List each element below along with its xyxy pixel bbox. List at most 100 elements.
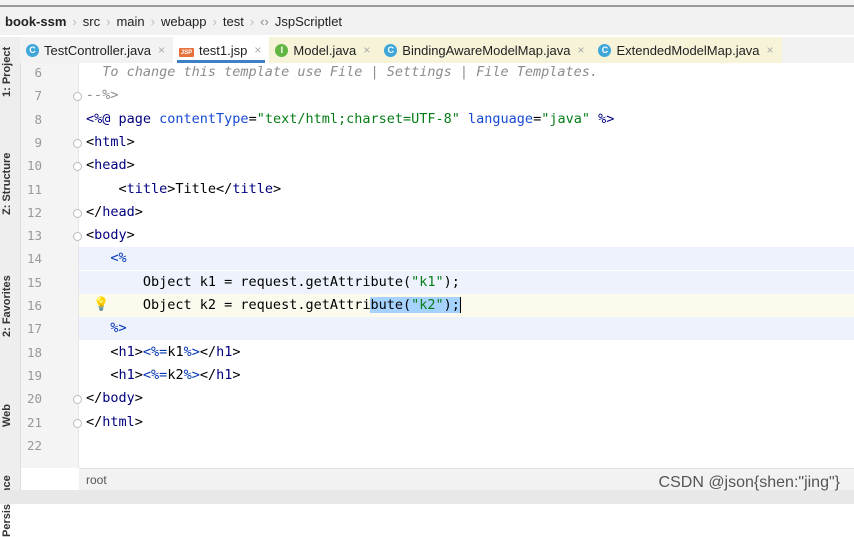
tab-4[interactable]: C ExtendedModelMap.java × (592, 37, 782, 63)
code-token: bute( (370, 297, 412, 313)
code-line: 18 <h1><%=k1%></h1> (0, 341, 854, 364)
breadcrumb-item[interactable]: book-ssm (5, 14, 66, 29)
code-text: <h1><%=k1%></h1> (86, 341, 241, 364)
line-number: 19 (26, 367, 42, 383)
code-token: h1 (216, 366, 233, 383)
code-token: </ (199, 366, 217, 383)
code-text: </head> (86, 201, 143, 224)
fold-marker-icon[interactable] (73, 208, 82, 218)
code-token: "text/html;charset=UTF-8" (256, 110, 460, 127)
fold-marker-icon[interactable] (73, 138, 82, 148)
breadcrumb-item[interactable]: JspScriptlet (275, 14, 342, 29)
code-token: < (86, 227, 95, 244)
close-icon[interactable]: × (767, 43, 774, 57)
code-text: </html> (86, 411, 143, 434)
code-token: </ (86, 390, 103, 407)
code-token: <%= (142, 366, 168, 383)
tab-2[interactable]: I Model.java × (269, 37, 379, 63)
code-token: title (232, 180, 273, 197)
code-token: <%= (142, 343, 168, 360)
code-line: 11 <title>Title</title> (0, 178, 854, 201)
code-token: contentType (159, 110, 249, 127)
code-text: <body> (86, 224, 135, 247)
tab-0[interactable]: C TestController.java × (20, 37, 173, 63)
tab-1[interactable]: JSP test1.jsp × (172, 37, 270, 63)
code-token: <%@ (86, 110, 119, 127)
code-text: To change this template use File | Setti… (86, 61, 598, 84)
line-number: 11 (26, 181, 42, 197)
text-cursor (459, 297, 461, 313)
code-token: > (134, 203, 143, 220)
chevron-right-icon: › (212, 13, 217, 29)
code-text: <%@ page contentType="text/html;charset=… (86, 108, 614, 131)
code-line: 12 </head> (0, 201, 854, 224)
code-token: >Title</ (167, 180, 233, 197)
watermark: CSDN @json{shen:"jing"} (658, 474, 840, 491)
code-token: "java" (541, 110, 590, 127)
breadcrumb-item[interactable]: src (83, 14, 100, 29)
code-token: h1 (118, 366, 135, 383)
breadcrumb-item[interactable]: main (116, 14, 144, 29)
code-token: > (232, 343, 241, 360)
editor-tabs: C TestController.java × JSP test1.jsp × I Model… (20, 37, 854, 63)
code-token: </ (86, 203, 103, 220)
code-line: 16 Object k2 = request.getAttribute("k2"… (0, 294, 854, 317)
code-token: k2 (167, 366, 184, 383)
code-token: html (102, 413, 135, 430)
code-token: < (86, 133, 95, 150)
code-token: = (248, 110, 257, 127)
line-number: 13 (26, 228, 42, 244)
class-icon: C (26, 43, 39, 57)
code-text: Object k1 = request.getAttribute("k1"); (86, 271, 460, 294)
code-token: > (126, 227, 135, 244)
chevron-right-icon: › (249, 13, 255, 29)
code-token: < (86, 180, 127, 197)
chevron-right-icon: › (150, 13, 155, 29)
code-token: To change this template use File | Setti… (86, 64, 599, 80)
close-icon[interactable]: × (577, 43, 584, 57)
code-token: > (134, 366, 143, 383)
code-token: html (94, 133, 127, 150)
breadcrumb-item[interactable]: webapp (161, 14, 207, 29)
code-text: <html> (86, 131, 135, 154)
code-text: <title>Title</title> (86, 178, 282, 201)
code-line: 7 --%> (0, 84, 854, 107)
code-token: head (102, 203, 135, 220)
code-token: Object k2 = request.getAttri (86, 297, 371, 313)
code-line: 13 <body> (0, 224, 854, 247)
breadcrumb-item[interactable]: test (223, 14, 244, 29)
code-token: </ (199, 343, 217, 360)
code-token: language (459, 110, 534, 127)
code-token: > (272, 180, 282, 197)
close-icon[interactable]: × (158, 43, 165, 57)
code-token: > (134, 390, 143, 407)
sidebar-tool-4[interactable]: Persistence (1, 475, 13, 537)
tab-3[interactable]: C BindingAwareModelMap.java × (378, 37, 593, 63)
code-token: k1 (167, 343, 184, 360)
line-number: 7 (34, 88, 42, 104)
tab-label: BindingAwareModelMap.java (402, 42, 571, 58)
code-token: %> (183, 366, 200, 383)
close-icon[interactable]: × (254, 43, 261, 57)
code-token: > (126, 133, 135, 150)
bottom-toolbar (0, 490, 854, 504)
code-text: Object k2 = request.getAttribute("k2"); (86, 294, 461, 317)
code-line: 8 <%@ page contentType="text/html;charset… (0, 108, 854, 131)
close-icon[interactable]: × (363, 43, 370, 57)
class-icon: C (598, 43, 612, 57)
code-token: "k1" (411, 273, 444, 290)
code-text: <h1><%=k2%></h1> (86, 364, 240, 387)
code-line: 20 </body> (0, 387, 854, 410)
code-token: ); (443, 273, 460, 290)
line-number: 6 (34, 65, 42, 80)
code-line: 22 (0, 434, 854, 457)
status-crumb[interactable]: root (86, 473, 107, 487)
code-token: <% (86, 250, 127, 267)
lightbulb-icon[interactable]: 💡 (93, 296, 109, 312)
line-number: 17 (26, 321, 42, 337)
code-token: > (134, 343, 143, 360)
code-text: --%> (86, 84, 119, 107)
fold-marker-icon[interactable] (73, 418, 82, 428)
code-token: > (126, 157, 135, 174)
code-line: 10 <head> (0, 154, 854, 177)
